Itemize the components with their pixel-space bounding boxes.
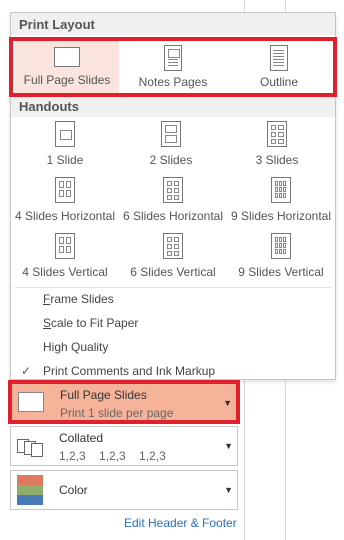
notes-pages-icon	[164, 45, 182, 71]
chevron-down-icon: ▼	[223, 398, 232, 408]
collation-select[interactable]: Collated 1,2,3 1,2,3 1,2,3 ▼	[10, 426, 238, 466]
option-label: Notes Pages	[138, 75, 208, 89]
print-layout-dropdown: Print Layout Full Page Slides Notes Page…	[9, 12, 337, 380]
handout-4-horizontal[interactable]: 4 Slides Horizontal	[11, 177, 119, 223]
handout-label: 2 Slides	[149, 153, 193, 167]
color-select[interactable]: Color ▼	[10, 470, 238, 510]
setting-subtitle: 1,2,3 1,2,3 1,2,3	[59, 449, 166, 463]
color-icon	[17, 475, 43, 505]
handout-2-slides[interactable]: 2 Slides	[127, 121, 215, 167]
handout-label: 9 Slides Horizontal	[230, 209, 332, 223]
collated-icon	[17, 437, 49, 457]
handout-label: 1 Slide	[46, 153, 84, 167]
handout-label: 6 Slides Horizontal	[122, 209, 224, 223]
menu-label: cale to Fit Paper	[51, 316, 139, 330]
outline-icon	[270, 45, 288, 71]
high-quality-item[interactable]: High Quality	[11, 337, 335, 359]
handout-6-vertical[interactable]: 6 Slides Vertical	[119, 233, 227, 279]
handout-label: 3 Slides	[255, 153, 299, 167]
setting-subtitle: Print 1 slide per page	[60, 406, 174, 420]
full-page-slide-icon	[54, 47, 80, 67]
chevron-down-icon: ▼	[224, 441, 233, 451]
setting-title: Full Page Slides	[60, 388, 147, 402]
handout-9-horizontal[interactable]: 9 Slides Horizontal	[227, 177, 335, 223]
chevron-down-icon: ▼	[224, 485, 233, 495]
option-label: Outline	[259, 75, 299, 89]
full-page-slide-icon	[18, 392, 44, 412]
handout-9v-icon	[271, 233, 291, 259]
handout-9-vertical[interactable]: 9 Slides Vertical	[227, 233, 335, 279]
setting-title: Collated	[59, 431, 104, 445]
scale-to-fit-item[interactable]: Scale to Fit Paper	[11, 313, 335, 335]
option-outline[interactable]: Outline	[233, 39, 325, 95]
handout-label: 9 Slides Vertical	[238, 265, 324, 279]
handout-label: 4 Slides Horizontal	[14, 209, 116, 223]
handout-label: 6 Slides Vertical	[130, 265, 216, 279]
menu-label: rame Slides	[50, 292, 114, 306]
handout-3-icon	[267, 121, 287, 147]
handout-6-horizontal[interactable]: 6 Slides Horizontal	[119, 177, 227, 223]
handout-4h-icon	[55, 177, 75, 203]
frame-slides-item[interactable]: Frame Slides	[11, 289, 335, 311]
print-layout-select[interactable]: Full Page Slides Print 1 slide per page …	[8, 380, 240, 424]
option-full-page-slides[interactable]: Full Page Slides	[15, 39, 119, 95]
edit-header-footer-link[interactable]: Edit Header & Footer	[124, 516, 237, 530]
accelerator-key: S	[43, 316, 52, 330]
print-layout-header: Print Layout	[11, 13, 335, 35]
handout-1-slide[interactable]: 1 Slide	[21, 121, 109, 167]
handouts-header: Handouts	[11, 95, 335, 117]
setting-title: Color	[59, 483, 88, 497]
handout-6h-icon	[163, 177, 183, 203]
handout-1-icon	[55, 121, 75, 147]
handout-2-icon	[161, 121, 181, 147]
handout-4v-icon	[55, 233, 75, 259]
handout-4-vertical[interactable]: 4 Slides Vertical	[11, 233, 119, 279]
option-notes-pages[interactable]: Notes Pages	[127, 39, 219, 95]
handout-label: 4 Slides Vertical	[22, 265, 108, 279]
option-label: Full Page Slides	[23, 73, 111, 87]
menu-label: High Quality	[43, 340, 109, 354]
menu-label: Print Comments and Ink Markup	[43, 364, 216, 378]
handout-3-slides[interactable]: 3 Slides	[233, 121, 321, 167]
handout-6v-icon	[163, 233, 183, 259]
check-icon: ✓	[21, 364, 32, 378]
handout-9h-icon	[271, 177, 291, 203]
menu-divider	[15, 287, 331, 288]
